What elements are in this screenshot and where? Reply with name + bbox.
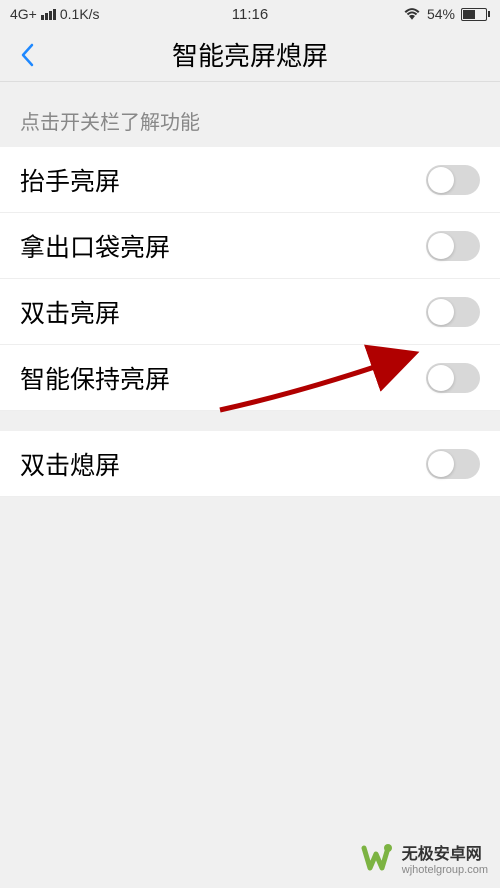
status-time: 11:16 bbox=[232, 6, 268, 23]
setting-label: 双击亮屏 bbox=[20, 294, 120, 330]
list-spacer bbox=[0, 411, 500, 431]
toggle-double-tap-sleep[interactable] bbox=[426, 449, 480, 479]
network-speed: 0.1K/s bbox=[60, 6, 100, 22]
setting-pocket-wake[interactable]: 拿出口袋亮屏 bbox=[0, 213, 500, 279]
toggle-smart-keep-screen-on[interactable] bbox=[426, 363, 480, 393]
watermark-text: 无极安卓网 wjhotelgroup.com bbox=[402, 840, 488, 876]
wifi-icon bbox=[403, 6, 421, 23]
watermark-url: wjhotelgroup.com bbox=[402, 864, 488, 876]
network-type: 4G+ bbox=[10, 6, 37, 22]
toggle-pocket-wake[interactable] bbox=[426, 231, 480, 261]
watermark-title: 无极安卓网 bbox=[402, 840, 488, 864]
status-left: 4G+ 0.1K/s bbox=[10, 6, 100, 22]
signal-icon bbox=[41, 9, 56, 20]
watermark: 无极安卓网 wjhotelgroup.com bbox=[358, 840, 488, 876]
setting-label: 拿出口袋亮屏 bbox=[20, 228, 170, 264]
setting-double-tap-wake[interactable]: 双击亮屏 bbox=[0, 279, 500, 345]
setting-raise-to-wake[interactable]: 抬手亮屏 bbox=[0, 147, 500, 213]
back-button[interactable] bbox=[12, 40, 42, 70]
toggle-double-tap-wake[interactable] bbox=[426, 297, 480, 327]
setting-label: 抬手亮屏 bbox=[20, 162, 120, 198]
section-header: 点击开关栏了解功能 bbox=[0, 82, 500, 147]
status-bar: 4G+ 0.1K/s 11:16 54% bbox=[0, 0, 500, 28]
page-title: 智能亮屏熄屏 bbox=[0, 36, 500, 73]
chevron-left-icon bbox=[20, 43, 34, 67]
page-header: 智能亮屏熄屏 bbox=[0, 28, 500, 82]
setting-label: 双击熄屏 bbox=[20, 446, 120, 482]
status-right: 54% bbox=[403, 6, 490, 23]
toggle-raise-to-wake[interactable] bbox=[426, 165, 480, 195]
setting-double-tap-sleep[interactable]: 双击熄屏 bbox=[0, 431, 500, 497]
settings-list-2: 双击熄屏 bbox=[0, 431, 500, 497]
setting-label: 智能保持亮屏 bbox=[20, 360, 170, 396]
battery-icon bbox=[461, 8, 490, 21]
watermark-logo-icon bbox=[358, 840, 394, 876]
battery-percent: 54% bbox=[427, 6, 455, 22]
settings-list-1: 抬手亮屏 拿出口袋亮屏 双击亮屏 智能保持亮屏 bbox=[0, 147, 500, 411]
setting-smart-keep-screen-on[interactable]: 智能保持亮屏 bbox=[0, 345, 500, 411]
